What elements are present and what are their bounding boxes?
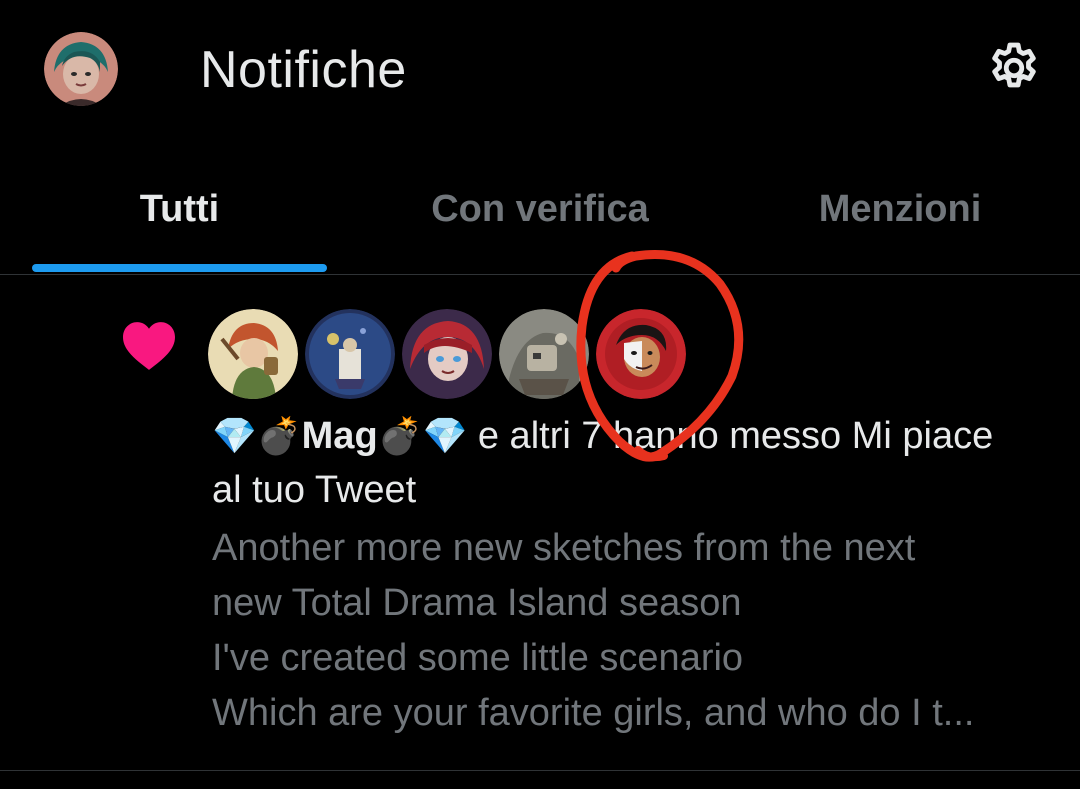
avatar[interactable] <box>596 309 686 399</box>
user-avatar-icon <box>596 309 686 399</box>
user-avatar-icon <box>44 32 118 106</box>
bomb-emoji: 💣 <box>377 415 423 456</box>
actor-name[interactable]: Mag <box>302 415 378 457</box>
bomb-emoji: 💣 <box>256 415 302 456</box>
tab-label: Con verifica <box>431 188 649 230</box>
tab-menzioni[interactable]: Menzioni <box>760 160 1040 274</box>
user-avatar-icon <box>499 309 589 399</box>
divider <box>0 770 1080 771</box>
avatar[interactable] <box>305 309 395 399</box>
tweet-line: Which are your favorite girls, and who d… <box>212 692 975 734</box>
tab-label: Tutti <box>139 188 220 230</box>
like-notification[interactable]: 💎💣Mag💣💎 e altri 7 hanno messo Mi piace a… <box>0 275 1080 770</box>
user-avatar-icon <box>402 309 492 399</box>
avatar[interactable] <box>208 309 298 399</box>
tweet-preview: Another more new sketches from the next … <box>212 521 1052 741</box>
settings-button[interactable] <box>982 36 1046 100</box>
tab-bar: Tutti Con verifica Menzioni <box>0 160 1080 274</box>
tweet-line: I've created some little scenario <box>212 637 744 679</box>
gem-emoji: 💎 <box>422 415 468 456</box>
active-tab-indicator <box>32 264 327 272</box>
avatar[interactable] <box>499 309 589 399</box>
tab-label: Menzioni <box>818 188 982 230</box>
user-avatar-icon <box>305 309 395 399</box>
avatar[interactable] <box>402 309 492 399</box>
notification-text: 💎💣Mag💣💎 e altri 7 hanno messo Mi piace a… <box>212 409 1032 517</box>
user-avatar-icon <box>208 309 298 399</box>
gem-emoji: 💎 <box>212 415 257 456</box>
heart-icon <box>123 322 175 370</box>
tweet-line: Another more new sketches from the next <box>212 527 916 569</box>
page-title: Notifiche <box>200 41 407 99</box>
top-bar: Notifiche <box>0 0 1080 140</box>
tweet-line: new Total Drama Island season <box>212 582 742 624</box>
profile-avatar[interactable] <box>44 32 118 106</box>
tab-con-verifica[interactable]: Con verifica <box>380 160 700 274</box>
gear-icon <box>992 42 1036 88</box>
tab-tutti[interactable]: Tutti <box>32 160 327 274</box>
